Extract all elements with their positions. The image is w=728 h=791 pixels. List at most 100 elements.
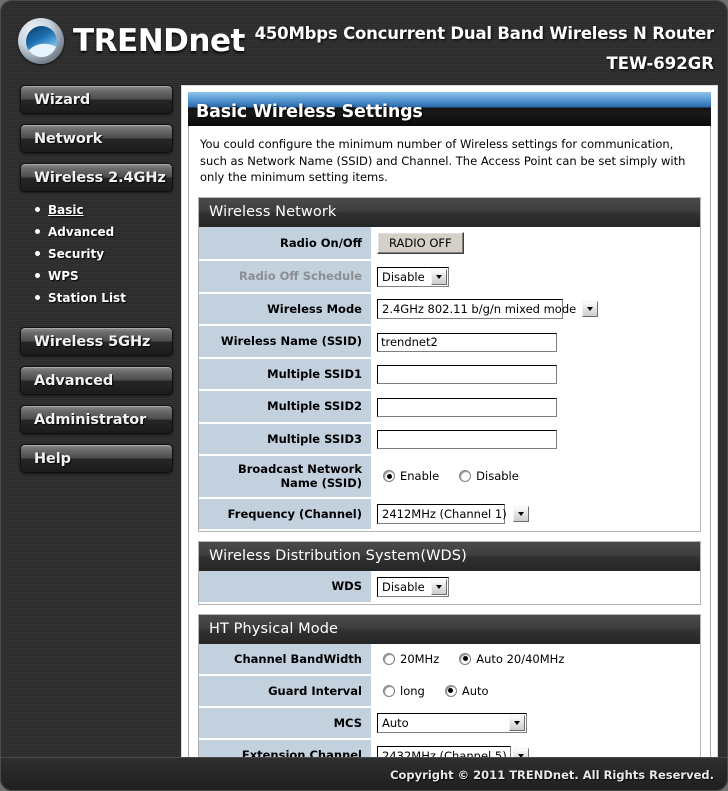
multi-ssid2-field bbox=[371, 390, 700, 424]
multi-ssid3-input[interactable] bbox=[377, 430, 557, 450]
section-wireless-network-heading: Wireless Network bbox=[199, 198, 700, 228]
wds-label: WDS bbox=[199, 571, 371, 604]
sidebar-item-help-label: Help bbox=[34, 450, 71, 467]
mcs-label: MCS bbox=[199, 706, 371, 741]
page-header: TRENDnet 450Mbps Concurrent Dual Band Wi… bbox=[0, 0, 728, 85]
radio-unselected-icon bbox=[383, 652, 395, 665]
row-channel-bandwidth: Channel BandWidth 20MHz Auto 20/40MHz bbox=[199, 643, 700, 676]
row-radio-off-schedule: Radio Off Schedule Disable bbox=[199, 260, 700, 294]
guard-interval-label: Guard Interval bbox=[199, 674, 371, 708]
sidebar-item-network-label: Network bbox=[34, 130, 103, 147]
mcs-select[interactable]: Auto bbox=[377, 713, 527, 734]
wireless-mode-select[interactable]: 2.4GHz 802.11 b/g/n mixed mode bbox=[377, 299, 599, 320]
multi-ssid1-label: Multiple SSID1 bbox=[199, 357, 371, 392]
multi-ssid2-input[interactable] bbox=[377, 397, 557, 417]
radio-off-schedule-select[interactable]: Disable bbox=[377, 266, 449, 287]
sidebar-subitem-advanced[interactable]: Advanced bbox=[34, 225, 173, 239]
radio-on-off-label: Radio On/Off bbox=[199, 227, 371, 262]
panel-body: You could configure the minimum number o… bbox=[188, 126, 711, 791]
sidebar-item-wireless-5ghz[interactable]: Wireless 5GHz bbox=[20, 327, 173, 356]
multi-ssid3-label: Multiple SSID3 bbox=[199, 422, 371, 457]
broadcast-enable-radio[interactable]: Enable bbox=[383, 469, 439, 483]
sidebar-subitem-wps[interactable]: WPS bbox=[34, 269, 173, 283]
guard-long-radio[interactable]: long bbox=[383, 684, 425, 698]
ssid-label: Wireless Name (SSID) bbox=[199, 325, 371, 359]
wireless-mode-label: Wireless Mode bbox=[199, 292, 371, 327]
frequency-select[interactable]: 2412MHz (Channel 1) bbox=[377, 504, 529, 525]
bandwidth-20mhz-label: 20MHz bbox=[400, 651, 440, 666]
radio-selected-icon bbox=[459, 652, 472, 665]
row-multi-ssid3: Multiple SSID3 bbox=[199, 422, 700, 457]
row-mcs: MCS Auto bbox=[199, 706, 700, 741]
wds-form: WDS Disable bbox=[199, 571, 700, 604]
broadcast-ssid-label: Broadcast Network Name (SSID) bbox=[199, 455, 371, 499]
section-wds-heading: Wireless Distribution System(WDS) bbox=[199, 542, 700, 572]
sidebar-subitem-wps-label: WPS bbox=[48, 269, 79, 283]
wds-value: Disable bbox=[382, 579, 425, 594]
sidebar-subitem-security[interactable]: Security bbox=[34, 247, 173, 261]
wireless-network-form: Radio On/Off RADIO OFF Radio Off Schedul… bbox=[199, 227, 700, 532]
wds-select[interactable]: Disable bbox=[377, 576, 449, 597]
model-number: TEW-692GR bbox=[606, 54, 714, 73]
multi-ssid1-input[interactable] bbox=[377, 365, 557, 385]
radio-on-off-field: RADIO OFF bbox=[371, 227, 700, 262]
sidebar-nav: Wizard Network Wireless 2.4GHz Basic Adv… bbox=[10, 85, 173, 791]
bandwidth-auto-2040-radio[interactable]: Auto 20/40MHz bbox=[459, 652, 564, 666]
channel-bandwidth-radio-group: 20MHz Auto 20/40MHz bbox=[377, 649, 694, 669]
multi-ssid2-label: Multiple SSID2 bbox=[199, 390, 371, 424]
guard-auto-label: Auto bbox=[461, 683, 489, 698]
sidebar-item-wizard[interactable]: Wizard bbox=[20, 85, 173, 114]
radio-off-button[interactable]: RADIO OFF bbox=[377, 232, 464, 255]
page-description: You could configure the minimum number o… bbox=[200, 137, 686, 185]
radio-selected-icon bbox=[383, 470, 395, 483]
guard-auto-radio[interactable]: Auto bbox=[444, 683, 489, 698]
sidebar-item-wireless-24ghz-label: Wireless 2.4GHz bbox=[34, 169, 166, 186]
row-broadcast-ssid: Broadcast Network Name (SSID) Enable Dis… bbox=[199, 455, 700, 499]
frequency-label: Frequency (Channel) bbox=[199, 497, 371, 532]
broadcast-enable-label: Enable bbox=[400, 469, 440, 484]
section-wds: Wireless Distribution System(WDS) WDS Di… bbox=[198, 541, 701, 605]
brand-wordmark: TRENDnet bbox=[73, 22, 245, 59]
sidebar-item-wizard-label: Wizard bbox=[34, 91, 91, 108]
broadcast-ssid-radio-group: Enable Disable bbox=[377, 466, 694, 486]
bandwidth-20mhz-radio[interactable]: 20MHz bbox=[383, 652, 439, 666]
globe-inner-icon bbox=[25, 25, 57, 57]
sidebar-subitem-station-list[interactable]: Station List bbox=[34, 291, 173, 305]
sidebar-item-advanced[interactable]: Advanced bbox=[20, 366, 173, 395]
chevron-down-icon bbox=[430, 268, 447, 285]
sidebar-subitem-security-label: Security bbox=[48, 247, 105, 261]
brand-wordmark-text: TRENDnet bbox=[73, 22, 245, 59]
frequency-value: 2412MHz (Channel 1) bbox=[382, 507, 507, 522]
row-radio-on-off: Radio On/Off RADIO OFF bbox=[199, 227, 700, 262]
sidebar-subitem-basic[interactable]: Basic bbox=[34, 203, 173, 217]
brand-logo: TRENDnet bbox=[18, 18, 245, 64]
mcs-value: Auto bbox=[382, 716, 409, 731]
sidebar-item-help[interactable]: Help bbox=[20, 444, 173, 473]
guard-interval-field: long Auto bbox=[371, 674, 700, 708]
sidebar-item-network[interactable]: Network bbox=[20, 124, 173, 153]
radio-off-schedule-value: Disable bbox=[382, 269, 425, 284]
page-title-bar: Basic Wireless Settings bbox=[188, 92, 711, 126]
multi-ssid3-field bbox=[371, 422, 700, 457]
broadcast-disable-label: Disable bbox=[476, 469, 519, 484]
row-wds: WDS Disable bbox=[199, 571, 700, 604]
wireless-mode-value: 2.4GHz 802.11 b/g/n mixed mode bbox=[382, 302, 577, 317]
broadcast-disable-radio[interactable]: Disable bbox=[459, 469, 519, 483]
sidebar-item-wireless-24ghz[interactable]: Wireless 2.4GHz bbox=[20, 163, 173, 192]
sidebar-item-administrator-label: Administrator bbox=[34, 411, 147, 428]
wireless-mode-field: 2.4GHz 802.11 b/g/n mixed mode bbox=[371, 292, 700, 327]
row-multi-ssid1: Multiple SSID1 bbox=[199, 357, 700, 392]
section-wireless-network: Wireless Network Radio On/Off RADIO OFF … bbox=[198, 197, 701, 533]
section-ht-physical-mode: HT Physical Mode Channel BandWidth 20MHz bbox=[198, 613, 701, 774]
row-wireless-mode: Wireless Mode 2.4GHz 802.11 b/g/n mixed … bbox=[199, 292, 700, 327]
sidebar-item-administrator[interactable]: Administrator bbox=[20, 405, 173, 434]
channel-bandwidth-field: 20MHz Auto 20/40MHz bbox=[371, 643, 700, 676]
section-ht-physical-mode-heading: HT Physical Mode bbox=[199, 614, 700, 644]
page-footer: Copyright © 2011 TRENDnet. All Rights Re… bbox=[0, 757, 728, 791]
frequency-field: 2412MHz (Channel 1) bbox=[371, 497, 700, 532]
ssid-input[interactable] bbox=[377, 332, 557, 352]
wds-field: Disable bbox=[371, 571, 700, 604]
content-panel: Basic Wireless Settings You could config… bbox=[181, 85, 718, 791]
sidebar-subitem-basic-label: Basic bbox=[48, 203, 84, 217]
chevron-down-icon bbox=[430, 578, 447, 595]
